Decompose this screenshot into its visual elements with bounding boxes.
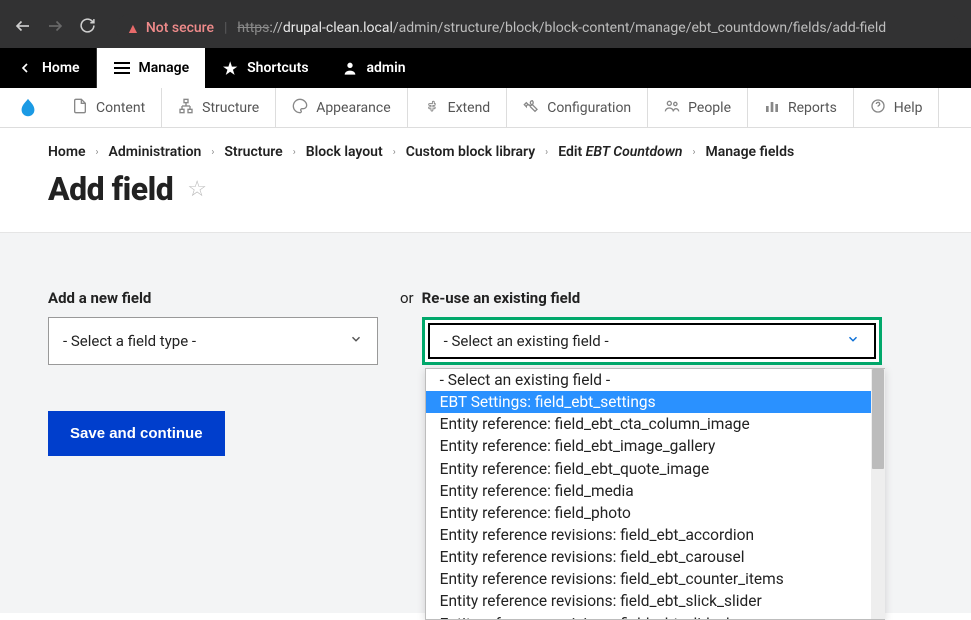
existing-field-select-value: - Select an existing field - bbox=[444, 332, 609, 350]
breadcrumb: Home › Administration › Structure › Block layo… bbox=[48, 144, 923, 160]
admin-content[interactable]: Content bbox=[56, 88, 162, 128]
admin-help[interactable]: Help bbox=[854, 88, 940, 128]
dropdown-option[interactable]: Entity reference revisions: field_ebt_ac… bbox=[426, 524, 885, 546]
browser-tabstrip bbox=[0, 0, 971, 8]
new-field-select-value: - Select a field type - bbox=[63, 332, 196, 350]
new-field-select[interactable]: - Select a field type - bbox=[48, 317, 378, 365]
appearance-icon bbox=[292, 98, 308, 118]
scrollbar-thumb[interactable] bbox=[872, 369, 884, 469]
dropdown-option[interactable]: Entity reference: field_ebt_quote_image bbox=[426, 458, 885, 480]
form-area: Add a new field - Select a field type - … bbox=[0, 233, 971, 613]
not-secure-indicator: ▲ Not secure bbox=[126, 20, 214, 37]
address-bar[interactable]: ▲ Not secure | https://drupal-clean.loca… bbox=[116, 14, 961, 42]
admin-configuration-label: Configuration bbox=[547, 100, 631, 116]
dropdown-scrollbar[interactable] bbox=[871, 369, 885, 619]
dropdown-option[interactable]: Entity reference: field_ebt_cta_column_i… bbox=[426, 413, 885, 435]
url-text: https://drupal-clean.local/admin/structu… bbox=[237, 20, 886, 36]
admin-configuration[interactable]: Configuration bbox=[507, 88, 648, 128]
toolbar-manage-label: Manage bbox=[139, 60, 190, 76]
page-title: Add field bbox=[48, 170, 173, 208]
breadcrumb-item[interactable]: Structure bbox=[224, 144, 282, 160]
content-icon bbox=[72, 98, 88, 118]
drupal-logo[interactable] bbox=[0, 97, 56, 119]
breadcrumb-item: Manage fields bbox=[705, 144, 794, 160]
breadcrumb-separator-icon: › bbox=[96, 147, 99, 158]
breadcrumb-item[interactable]: Block layout bbox=[306, 144, 383, 160]
chevron-down-icon bbox=[349, 332, 363, 350]
chevron-down-icon bbox=[846, 332, 860, 350]
or-label: or bbox=[400, 289, 414, 307]
admin-appearance-label: Appearance bbox=[316, 100, 390, 116]
reload-button[interactable] bbox=[74, 17, 100, 39]
browser-toolbar: ▲ Not secure | https://drupal-clean.loca… bbox=[0, 8, 971, 48]
admin-extend[interactable]: Extend bbox=[408, 88, 508, 128]
not-secure-text: Not secure bbox=[146, 20, 214, 36]
admin-structure-label: Structure bbox=[202, 100, 259, 116]
breadcrumb-item[interactable]: Home bbox=[48, 144, 86, 160]
existing-field-dropdown: - Select an existing field -EBT Settings… bbox=[425, 368, 885, 620]
dropdown-option[interactable]: EBT Settings: field_ebt_settings bbox=[426, 391, 885, 413]
dropdown-option[interactable]: - Select an existing field - bbox=[426, 369, 885, 391]
existing-field-select[interactable]: - Select an existing field - - Select an… bbox=[422, 317, 882, 365]
user-icon bbox=[341, 60, 359, 76]
toolbar-user-label: admin bbox=[367, 60, 406, 76]
extend-icon bbox=[424, 98, 440, 118]
dropdown-option[interactable]: Entity reference: field_ebt_image_galler… bbox=[426, 435, 885, 457]
breadcrumb-separator-icon: › bbox=[692, 147, 695, 158]
admin-menu: Content Structure Appearance Extend Conf… bbox=[0, 88, 971, 128]
forward-button[interactable] bbox=[42, 17, 68, 40]
help-icon bbox=[870, 98, 886, 118]
reload-icon bbox=[79, 17, 96, 34]
admin-people-label: People bbox=[688, 100, 731, 116]
breadcrumb-item[interactable]: Custom block library bbox=[406, 144, 535, 160]
dropdown-option[interactable]: Entity reference: field_media bbox=[426, 480, 885, 502]
drupal-toolbar: Home Manage ★ Shortcuts admin bbox=[0, 48, 971, 88]
admin-appearance[interactable]: Appearance bbox=[276, 88, 407, 128]
admin-reports[interactable]: Reports bbox=[748, 88, 854, 128]
reports-icon bbox=[764, 98, 780, 118]
existing-field-label: Re-use an existing field bbox=[422, 289, 882, 307]
admin-people[interactable]: People bbox=[648, 88, 748, 128]
dropdown-option[interactable]: Entity reference revisions: field_ebt_sl… bbox=[426, 613, 885, 620]
dropdown-option[interactable]: Entity reference revisions: field_ebt_sl… bbox=[426, 590, 885, 612]
dropdown-option[interactable]: Entity reference revisions: field_ebt_co… bbox=[426, 568, 885, 590]
structure-icon bbox=[178, 98, 194, 118]
breadcrumb-separator-icon: › bbox=[293, 147, 296, 158]
breadcrumb-item[interactable]: Edit EBT Countdown bbox=[558, 144, 682, 160]
back-button[interactable] bbox=[10, 17, 36, 40]
save-button[interactable]: Save and continue bbox=[48, 411, 225, 456]
people-icon bbox=[664, 98, 680, 118]
configuration-icon bbox=[523, 98, 539, 118]
breadcrumb-separator-icon: › bbox=[545, 147, 548, 158]
toolbar-home-label: Home bbox=[42, 60, 80, 76]
toolbar-manage[interactable]: Manage bbox=[97, 48, 206, 88]
toolbar-shortcuts[interactable]: ★ Shortcuts bbox=[205, 48, 324, 88]
drupal-drop-icon bbox=[17, 97, 39, 119]
admin-content-label: Content bbox=[96, 100, 145, 116]
hamburger-icon bbox=[113, 62, 131, 74]
warning-icon: ▲ bbox=[126, 20, 140, 37]
toolbar-shortcuts-label: Shortcuts bbox=[247, 60, 308, 76]
arrow-left-icon bbox=[14, 17, 32, 35]
back-to-site-icon bbox=[16, 60, 34, 76]
admin-extend-label: Extend bbox=[448, 100, 491, 116]
new-field-label: Add a new field bbox=[48, 289, 378, 307]
arrow-right-icon bbox=[46, 17, 64, 35]
admin-structure[interactable]: Structure bbox=[162, 88, 276, 128]
shortcut-star-icon[interactable]: ☆ bbox=[187, 177, 207, 202]
admin-reports-label: Reports bbox=[788, 100, 837, 116]
admin-help-label: Help bbox=[894, 100, 923, 116]
dropdown-option[interactable]: Entity reference: field_photo bbox=[426, 502, 885, 524]
breadcrumb-item[interactable]: Administration bbox=[109, 144, 202, 160]
page-header: Home › Administration › Structure › Block layo… bbox=[0, 128, 971, 233]
toolbar-home[interactable]: Home bbox=[0, 48, 97, 88]
breadcrumb-separator-icon: › bbox=[393, 147, 396, 158]
star-icon: ★ bbox=[221, 59, 239, 78]
toolbar-user[interactable]: admin bbox=[325, 48, 422, 88]
breadcrumb-separator-icon: › bbox=[211, 147, 214, 158]
dropdown-option[interactable]: Entity reference revisions: field_ebt_ca… bbox=[426, 546, 885, 568]
